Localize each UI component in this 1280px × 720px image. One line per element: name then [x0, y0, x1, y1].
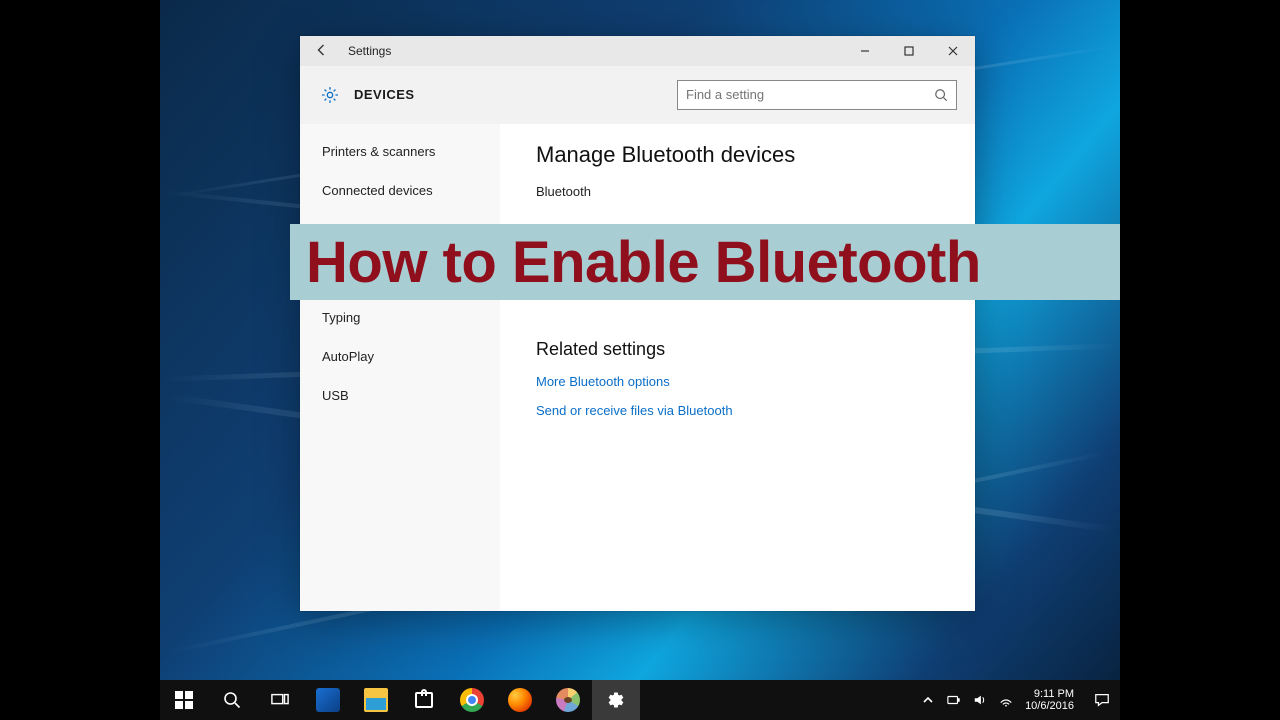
overlay-banner-text: How to Enable Bluetooth: [306, 229, 981, 296]
clock-time: 9:11 PM: [1025, 688, 1074, 700]
sidebar-item-connected[interactable]: Connected devices: [300, 171, 500, 210]
settings-window: Settings DEVICES Printers & scan: [300, 36, 975, 611]
sidebar-item-printers[interactable]: Printers & scanners: [300, 132, 500, 171]
file-explorer-icon: [364, 688, 388, 712]
settings-category-title: DEVICES: [354, 87, 415, 102]
window-title: Settings: [344, 44, 391, 58]
bluetooth-label: Bluetooth: [536, 184, 949, 199]
system-tray: 9:11 PM 10/6/2016: [915, 680, 1120, 720]
task-view-button[interactable]: [256, 680, 304, 720]
sidebar-item-label: Connected devices: [322, 183, 433, 198]
link-label: Send or receive files via Bluetooth: [536, 403, 733, 418]
settings-gear-icon: [320, 85, 340, 105]
main-heading: Manage Bluetooth devices: [536, 142, 949, 168]
overlay-banner: How to Enable Bluetooth: [290, 224, 1120, 300]
chrome-icon: [460, 688, 484, 712]
maximize-button[interactable]: [887, 36, 931, 66]
tray-network-icon[interactable]: [993, 693, 1019, 707]
tray-overflow-button[interactable]: [915, 695, 941, 705]
paint-icon: [556, 688, 580, 712]
window-titlebar: Settings: [300, 36, 975, 66]
tray-power-icon[interactable]: [941, 693, 967, 707]
taskbar-app-firefox[interactable]: [496, 680, 544, 720]
link-send-receive[interactable]: Send or receive files via Bluetooth: [536, 403, 949, 418]
start-button[interactable]: [160, 680, 208, 720]
sidebar-item-usb[interactable]: USB: [300, 376, 500, 415]
search-button[interactable]: [208, 680, 256, 720]
taskbar: 9:11 PM 10/6/2016: [160, 680, 1120, 720]
sidebar-item-label: USB: [322, 388, 349, 403]
link-label: More Bluetooth options: [536, 374, 670, 389]
settings-main: Manage Bluetooth devices Bluetooth Relat…: [500, 124, 975, 611]
taskbar-app-explorer[interactable]: [352, 680, 400, 720]
search-icon: [934, 88, 948, 102]
back-button[interactable]: [300, 44, 344, 59]
taskbar-app-paint[interactable]: [544, 680, 592, 720]
clock-date: 10/6/2016: [1025, 700, 1074, 712]
link-more-options[interactable]: More Bluetooth options: [536, 374, 949, 389]
related-settings-heading: Related settings: [536, 339, 949, 360]
sidebar-item-label: Printers & scanners: [322, 144, 435, 159]
gear-icon: [607, 691, 625, 709]
taskbar-app-chrome[interactable]: [448, 680, 496, 720]
sidebar-item-label: AutoPlay: [322, 349, 374, 364]
taskbar-app-edge[interactable]: [304, 680, 352, 720]
sidebar-item-autoplay[interactable]: AutoPlay: [300, 337, 500, 376]
sidebar-item-label: Typing: [322, 310, 360, 325]
edge-icon: [316, 688, 340, 712]
store-icon: [415, 692, 433, 708]
tray-volume-icon[interactable]: [967, 693, 993, 707]
search-input[interactable]: [686, 87, 934, 102]
firefox-icon: [508, 688, 532, 712]
taskbar-app-settings[interactable]: [592, 680, 640, 720]
taskbar-clock[interactable]: 9:11 PM 10/6/2016: [1019, 688, 1082, 712]
minimize-button[interactable]: [843, 36, 887, 66]
close-button[interactable]: [931, 36, 975, 66]
action-center-button[interactable]: [1082, 692, 1120, 708]
taskbar-app-store[interactable]: [400, 680, 448, 720]
search-box[interactable]: [677, 80, 957, 110]
desktop-wallpaper: Settings DEVICES Printers & scan: [160, 0, 1120, 720]
settings-sidebar: Printers & scanners Connected devices Ty…: [300, 124, 500, 611]
settings-header: DEVICES: [300, 66, 975, 124]
sidebar-item-typing[interactable]: Typing: [300, 298, 500, 337]
